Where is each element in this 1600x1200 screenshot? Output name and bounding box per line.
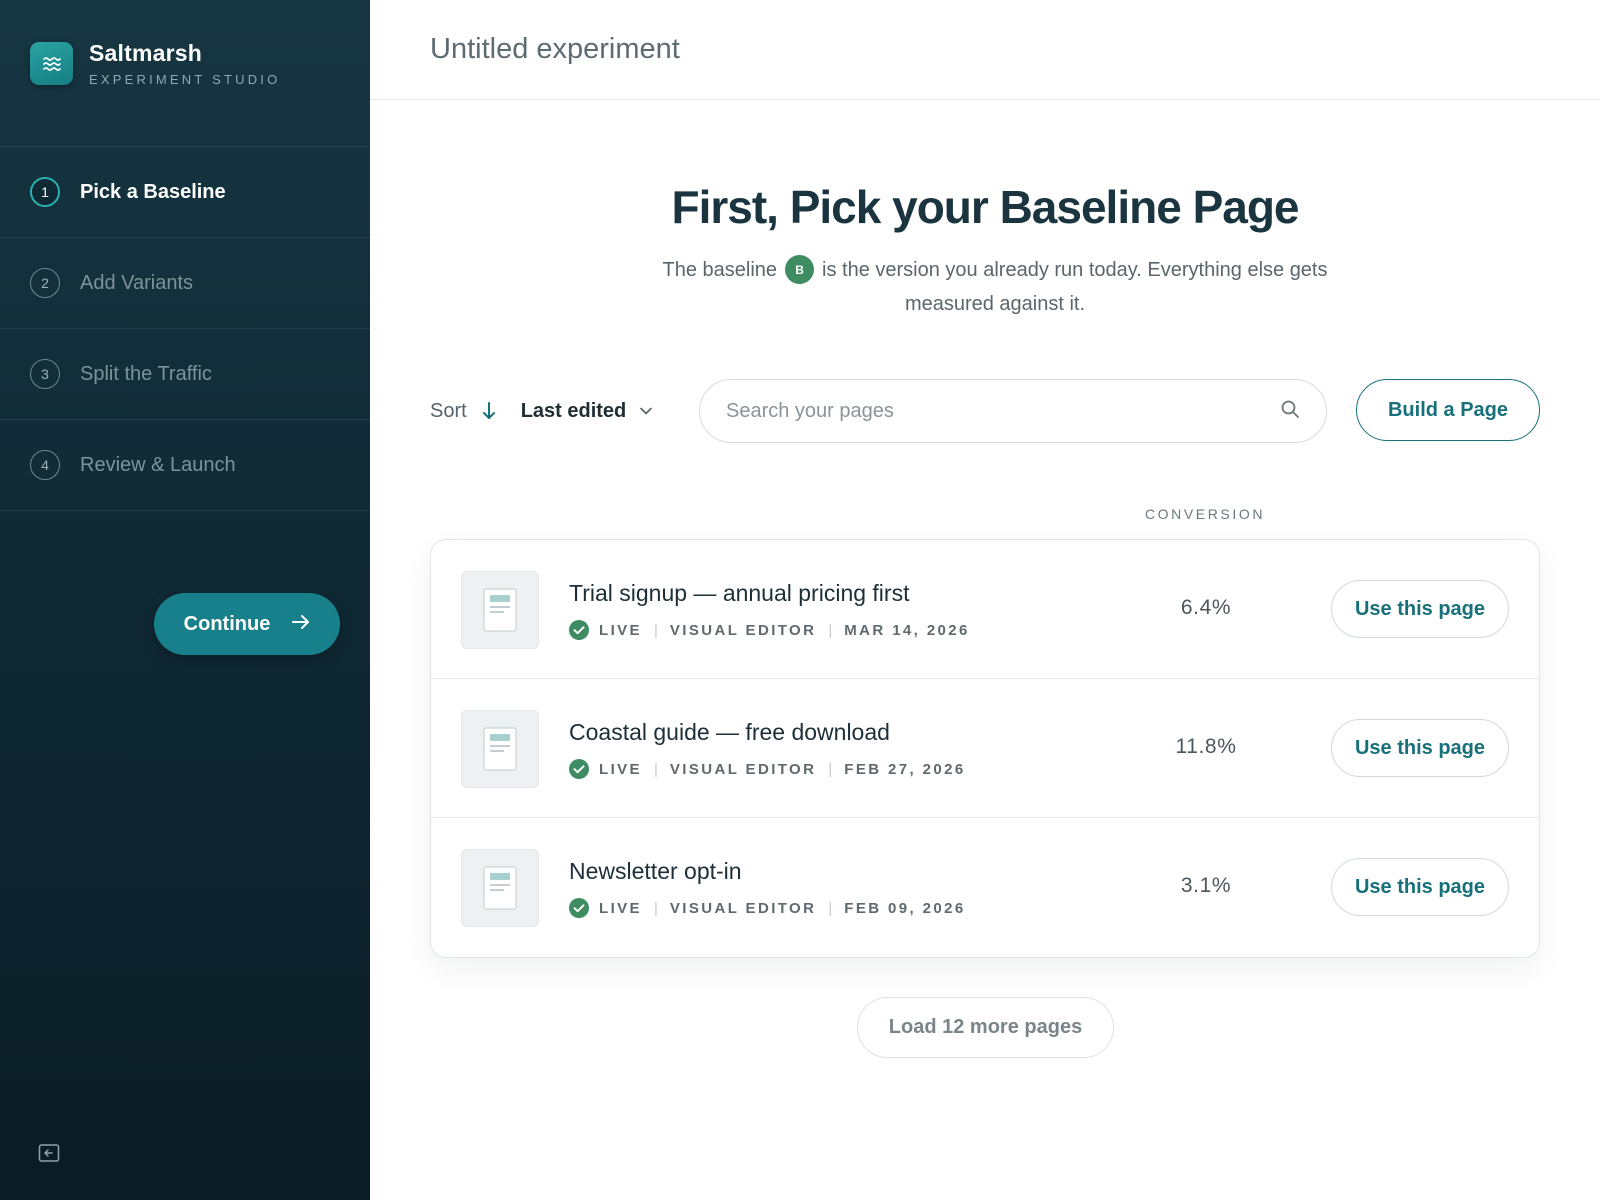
page-date: FEB 09, 2026 <box>844 899 966 917</box>
page-thumbnail-icon <box>461 849 539 927</box>
search-icon[interactable] <box>1280 399 1300 424</box>
build-page-button[interactable]: Build a Page <box>1356 379 1540 441</box>
brand-name: Saltmarsh <box>89 40 203 66</box>
page-status: LIVE <box>599 621 642 639</box>
pages-list: Trial signup — annual pricing first LIVE… <box>430 539 1540 958</box>
page-meta: LIVE | VISUAL EDITOR | MAR 14, 2026 <box>569 620 970 640</box>
step-number: 3 <box>30 359 60 389</box>
continue-button[interactable]: Continue <box>154 593 340 655</box>
wizard-steps: 1 Pick a Baseline 2 Add Variants 3 Split… <box>0 146 370 511</box>
sort-dropdown[interactable]: Last edited <box>521 400 653 423</box>
step-split-traffic[interactable]: 3 Split the Traffic <box>0 329 370 420</box>
page-subtitle: The baseline Bis the version you already … <box>640 253 1350 321</box>
search-box <box>699 379 1327 443</box>
search-input[interactable] <box>726 399 1280 423</box>
page-title[interactable]: Newsletter opt-in <box>569 858 742 885</box>
main-content: Untitled experiment First, Pick your Bas… <box>370 0 1600 1200</box>
page-date: MAR 14, 2026 <box>844 621 970 639</box>
step-number: 2 <box>30 268 60 298</box>
page-title[interactable]: Trial signup — annual pricing first <box>569 580 909 607</box>
page-date: FEB 27, 2026 <box>844 760 966 778</box>
page-meta: LIVE | VISUAL EDITOR | FEB 27, 2026 <box>569 759 966 779</box>
brand-subtitle: EXPERIMENT STUDIO <box>89 72 281 87</box>
live-check-icon <box>569 759 589 779</box>
live-check-icon <box>569 898 589 918</box>
page-conversion: 11.8% <box>1175 735 1237 758</box>
sidebar: Saltmarsh EXPERIMENT STUDIO 1 Pick a Bas… <box>0 0 370 1200</box>
page-row: Coastal guide — free download LIVE | VIS… <box>431 679 1539 818</box>
step-number: 1 <box>30 177 60 207</box>
sort-value: Last edited <box>520 399 627 422</box>
waves-icon <box>30 42 73 85</box>
step-review-launch[interactable]: 4 Review & Launch <box>0 420 370 511</box>
page-editor: VISUAL EDITOR <box>669 760 817 778</box>
use-page-button[interactable]: Use this page <box>1331 719 1509 777</box>
arrow-right-icon <box>292 613 310 636</box>
subtitle-before: The baseline <box>662 259 778 281</box>
page-title: First, Pick your Baseline Page <box>671 181 1299 233</box>
live-check-icon <box>569 620 589 640</box>
page-conversion: 6.4% <box>1180 596 1232 619</box>
page-status: LIVE <box>599 899 642 917</box>
page-row: Newsletter opt-in LIVE | VISUAL EDITOR |… <box>431 818 1539 957</box>
step-number: 4 <box>30 450 60 480</box>
step-pick-baseline[interactable]: 1 Pick a Baseline <box>0 147 370 238</box>
page-editor: VISUAL EDITOR <box>669 899 817 917</box>
step-label: Review & Launch <box>80 453 236 476</box>
sort-direction-icon[interactable] <box>481 401 497 421</box>
step-label: Add Variants <box>80 271 194 294</box>
conversion-column-header: CONVERSION <box>1144 506 1266 522</box>
step-label: Split the Traffic <box>80 362 212 385</box>
top-bar: Untitled experiment <box>370 0 1600 100</box>
page-editor: VISUAL EDITOR <box>669 621 817 639</box>
page-thumbnail-icon <box>461 710 539 788</box>
page-thumbnail-icon <box>461 571 539 649</box>
page-title[interactable]: Coastal guide — free download <box>569 719 890 746</box>
page-status: LIVE <box>599 760 642 778</box>
sort-label: Sort <box>430 399 467 422</box>
page-conversion: 3.1% <box>1180 874 1232 897</box>
subtitle-after: is the version you already run today. Ev… <box>822 259 1328 315</box>
page-row: Trial signup — annual pricing first LIVE… <box>431 540 1539 679</box>
step-add-variants[interactable]: 2 Add Variants <box>0 238 370 329</box>
chevron-down-icon <box>640 402 653 420</box>
experiment-title[interactable]: Untitled experiment <box>430 33 680 66</box>
baseline-badge: B <box>785 255 815 285</box>
use-page-button[interactable]: Use this page <box>1331 580 1509 638</box>
page-meta: LIVE | VISUAL EDITOR | FEB 09, 2026 <box>569 898 966 918</box>
list-toolbar: Sort Last edited Build a Page <box>430 379 1540 443</box>
collapse-sidebar-icon[interactable] <box>38 1143 60 1168</box>
load-more-button[interactable]: Load 12 more pages <box>857 997 1114 1058</box>
continue-label: Continue <box>183 612 271 635</box>
brand: Saltmarsh EXPERIMENT STUDIO <box>30 40 280 87</box>
use-page-button[interactable]: Use this page <box>1331 858 1509 916</box>
step-label: Pick a Baseline <box>80 180 226 203</box>
